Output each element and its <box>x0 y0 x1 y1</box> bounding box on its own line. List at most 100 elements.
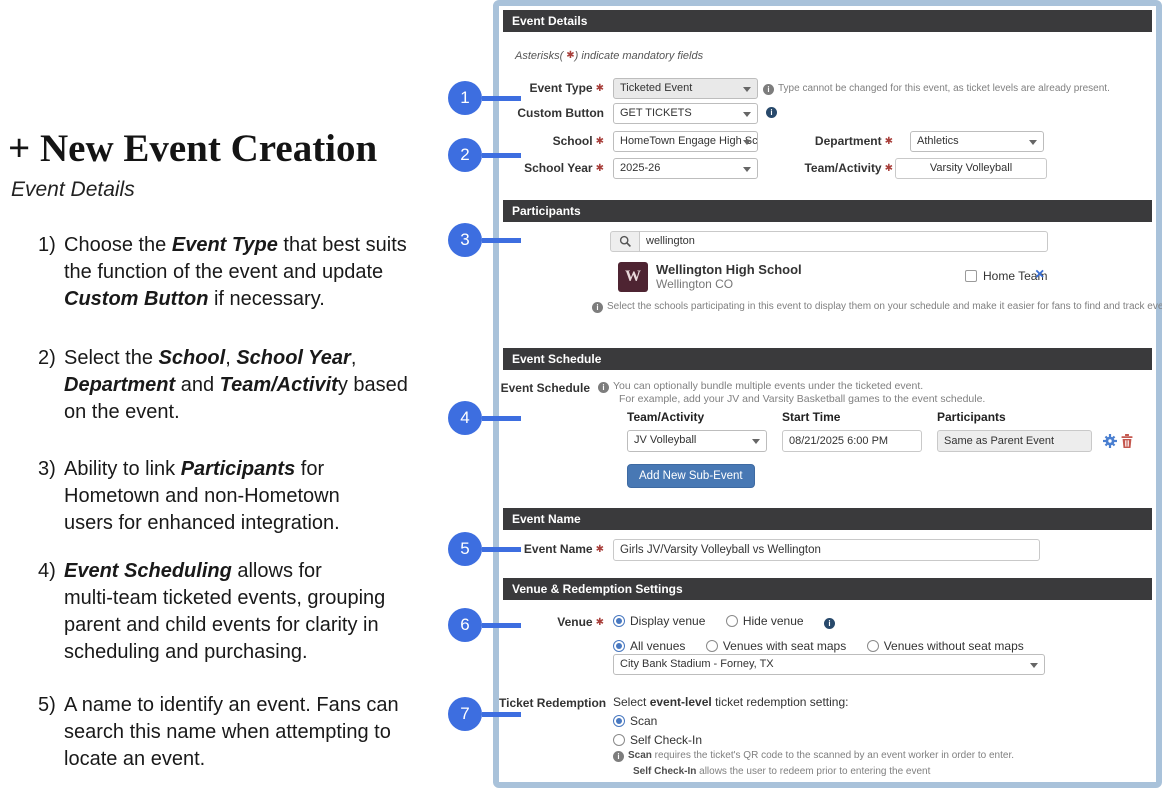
venue-select[interactable]: City Bank Stadium - Forney, TX <box>613 654 1045 675</box>
callout-4: 4 <box>448 401 521 435</box>
callout-number: 2 <box>448 138 482 172</box>
info-icon[interactable] <box>824 618 835 629</box>
radio-self-check-in[interactable]: Self Check-In <box>613 731 718 749</box>
participants-note: Select the schools participating in this… <box>592 301 1162 313</box>
asterisk: ✱ <box>566 50 574 61</box>
radio-icon[interactable] <box>613 734 625 746</box>
item-number: 4) <box>38 558 56 585</box>
asterisk: ✱ <box>596 136 604 147</box>
section-header-event-schedule: Event Schedule <box>503 348 1152 370</box>
custom-button-select[interactable]: GET TICKETS <box>613 103 758 124</box>
info-icon <box>763 84 774 95</box>
radio-hide-venue[interactable]: Hide venue <box>726 614 804 628</box>
asterisk: ✱ <box>596 544 604 555</box>
radio-selected-icon[interactable] <box>613 615 625 627</box>
school-year-select[interactable]: 2025-26 <box>613 158 758 179</box>
radio-selected-icon[interactable] <box>613 640 625 652</box>
self-check-in-note: Self Check-In allows the user to redeem … <box>633 766 930 777</box>
callout-number: 5 <box>448 532 482 566</box>
radio-icon[interactable] <box>706 640 718 652</box>
callout-connector-line <box>482 623 521 628</box>
home-team-checkbox[interactable] <box>965 270 977 282</box>
column-header-start-time: Start Time <box>782 410 840 424</box>
callout-connector-line <box>482 96 521 101</box>
callout-number: 3 <box>448 223 482 257</box>
callout-1: 1 <box>448 81 521 115</box>
callout-3: 3 <box>448 223 521 257</box>
radio-display-venue[interactable]: Display venue <box>613 614 705 628</box>
info-icon[interactable] <box>766 107 777 118</box>
event-type-select[interactable]: Ticketed Event <box>613 78 758 99</box>
item-text: Select the School, School Year,Departmen… <box>64 345 436 426</box>
item-text: Ability to link Participants forHometown… <box>64 456 436 537</box>
participant-location: Wellington CO <box>656 277 733 291</box>
column-header-team-activity: Team/Activity <box>627 410 704 424</box>
page-title: + New Event Creation <box>8 126 377 171</box>
radio-venues-without-seat-maps[interactable]: Venues without seat maps <box>867 639 1024 653</box>
radio-icon[interactable] <box>726 615 738 627</box>
sub-event-settings-gear-icon[interactable] <box>1103 434 1117 453</box>
radio-selected-icon[interactable] <box>613 715 625 727</box>
asterisk: ✱ <box>596 163 604 174</box>
callout-2: 2 <box>448 138 521 172</box>
department-label: Department✱ <box>789 131 893 152</box>
asterisk: ✱ <box>596 617 604 628</box>
custom-button-info <box>766 106 781 118</box>
event-type-note: Type cannot be changed for this event, a… <box>763 83 1110 95</box>
page-subtitle: Event Details <box>11 178 135 202</box>
section-header-event-details: Event Details <box>503 10 1152 32</box>
callout-7: 7 <box>448 697 521 731</box>
section-header-event-name: Event Name <box>503 508 1152 530</box>
mandatory-fields-note: Asterisks(✱) indicate mandatory fields <box>515 50 703 62</box>
info-icon <box>592 302 603 313</box>
radio-scan[interactable]: Scan <box>613 712 673 730</box>
callout-number: 4 <box>448 401 482 435</box>
section-header-participants: Participants <box>503 200 1152 222</box>
event-schedule-note-1: You can optionally bundle multiple event… <box>598 380 923 393</box>
school-select[interactable]: HomeTown Engage High School <box>613 131 758 152</box>
item-text: A name to identify an event. Fans cansea… <box>64 692 436 773</box>
sub-event-team-select[interactable]: JV Volleyball <box>627 430 767 452</box>
sub-event-participants-field: Same as Parent Event <box>937 430 1092 452</box>
radio-all-venues[interactable]: All venues <box>613 639 685 653</box>
team-activity-label: Team/Activity✱ <box>789 158 893 179</box>
team-activity-field[interactable]: Varsity Volleyball <box>895 158 1047 179</box>
search-icon <box>619 235 632 248</box>
venue-display-radio-group: Display venue Hide venue <box>613 612 839 630</box>
event-schedule-label: Event Schedule <box>499 378 590 399</box>
event-name-input[interactable]: Girls JV/Varsity Volleyball vs Wellingto… <box>613 539 1040 561</box>
callout-number: 6 <box>448 608 482 642</box>
scan-note: Scan requires the ticket's QR code to th… <box>613 750 1014 762</box>
participant-search-input[interactable]: wellington <box>639 231 1048 252</box>
remove-participant-icon[interactable]: × <box>1035 267 1044 283</box>
callout-connector-line <box>482 416 521 421</box>
item-text: Choose the Event Type that best suitsthe… <box>64 232 436 313</box>
sub-event-start-time-input[interactable]: 08/21/2025 6:00 PM <box>782 430 922 452</box>
info-icon <box>613 751 624 762</box>
department-select[interactable]: Athletics <box>910 131 1044 152</box>
callout-number: 7 <box>448 697 482 731</box>
callout-number: 1 <box>448 81 482 115</box>
event-schedule-note-2: For example, add your JV and Varsity Bas… <box>619 393 985 405</box>
sub-event-delete-trash-icon[interactable] <box>1121 434 1133 453</box>
school-logo: W <box>618 262 648 292</box>
add-new-sub-event-button[interactable]: Add New Sub-Event <box>627 464 755 488</box>
participant-name: Wellington High School <box>656 262 802 277</box>
asterisk: ✱ <box>885 163 893 174</box>
column-header-participants: Participants <box>937 410 1006 424</box>
asterisk: ✱ <box>885 136 893 147</box>
callout-5: 5 <box>448 532 521 566</box>
callout-connector-line <box>482 547 521 552</box>
item-number: 3) <box>38 456 56 483</box>
search-addon <box>610 231 640 252</box>
asterisk: ✱ <box>596 83 604 94</box>
item-text: Event Scheduling allows formulti-team ti… <box>64 558 436 666</box>
radio-icon[interactable] <box>867 640 879 652</box>
callout-connector-line <box>482 153 521 158</box>
radio-venues-with-seat-maps[interactable]: Venues with seat maps <box>706 639 846 653</box>
info-icon <box>598 382 609 393</box>
event-form-panel: Event Details Asterisks(✱) indicate mand… <box>493 0 1162 788</box>
callout-6: 6 <box>448 608 521 642</box>
callout-connector-line <box>482 238 521 243</box>
section-header-venue-redemption: Venue & Redemption Settings <box>503 578 1152 600</box>
